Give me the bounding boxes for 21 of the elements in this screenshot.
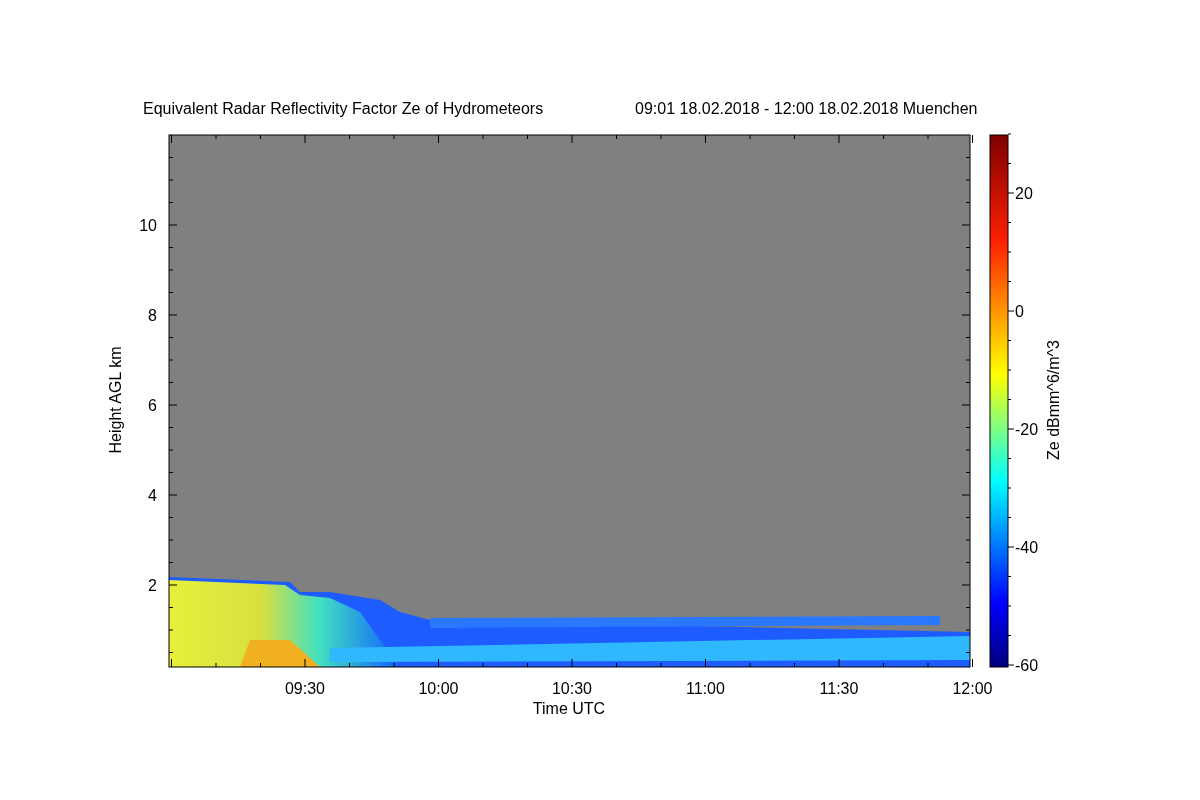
chart-period: 09:01 18.02.2018 - 12:00 18.02.2018 Muenchen — [635, 100, 978, 117]
x-tick-label: 11:30 — [819, 680, 859, 697]
colorbar-tick-label: -60 — [1015, 657, 1039, 674]
x-axis-label: Time UTC — [532, 700, 606, 717]
y-tick-label: 2 — [148, 577, 157, 594]
y-tick-label: 10 — [139, 217, 157, 234]
y-tick-label: 4 — [148, 487, 157, 504]
y-tick-label: 6 — [148, 397, 157, 414]
colorbar-tick-label: -40 — [1015, 539, 1039, 556]
chart-title: Equivalent Radar Reflectivity Factor Ze of Hydrometeors — [143, 100, 544, 117]
colorbar-tick-label: 20 — [1015, 185, 1033, 202]
x-tick-label: 11:00 — [686, 680, 725, 697]
colorbar-tick-label: -20 — [1015, 421, 1039, 438]
x-tick-label: 09:30 — [285, 680, 325, 697]
x-tick-label: 10:00 — [418, 680, 459, 697]
colorbar-tick-label: 0 — [1015, 303, 1024, 320]
x-tick-label: 10:30 — [552, 680, 592, 697]
colorbar-label: Ze dBmm^6/m^3 — [1045, 340, 1062, 460]
y-axis-label: Height AGL km — [107, 346, 124, 454]
x-tick-label: 12:00 — [952, 680, 993, 697]
y-tick-label: 8 — [148, 307, 157, 324]
